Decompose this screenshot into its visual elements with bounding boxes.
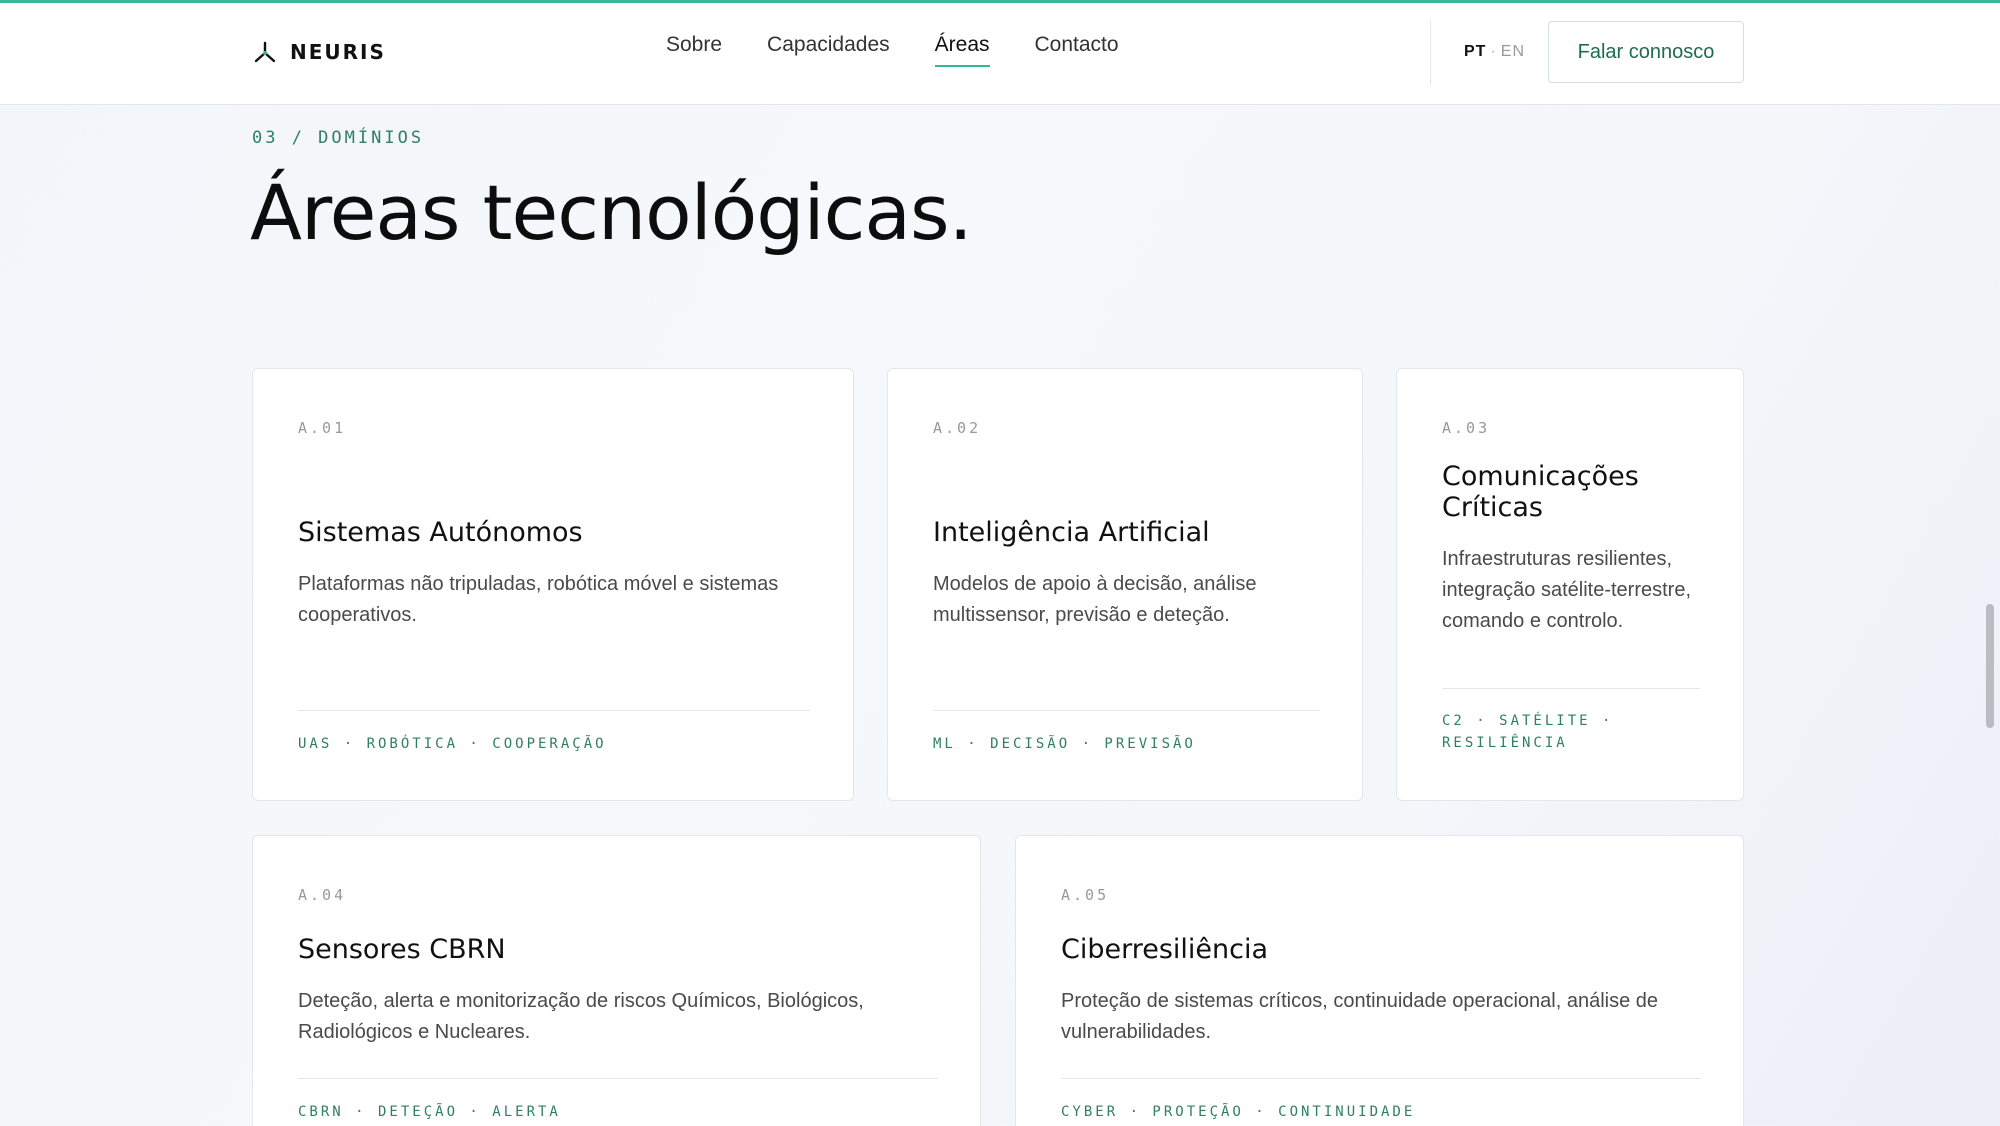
neuris-logo-icon — [254, 41, 276, 63]
brand-name: NEURIS — [290, 40, 386, 64]
card-tags: CBRN · DETEÇÃO · ALERTA — [298, 1104, 561, 1120]
card-code: A.02 — [933, 419, 982, 437]
card-code: A.05 — [1061, 886, 1110, 904]
lang-en[interactable]: EN — [1501, 43, 1525, 60]
card-code: A.04 — [298, 886, 347, 904]
card-divider — [1061, 1078, 1701, 1079]
card-title: Comunicações Críticas — [1442, 461, 1639, 523]
card-tags: CYBER · PROTEÇÃO · CONTINUIDADE — [1061, 1104, 1416, 1120]
site-header: NEURIS Sobre Capacidades Áreas Contacto … — [0, 3, 2000, 105]
card-title: Sistemas Autónomos — [298, 517, 583, 548]
nav-item-capacidades[interactable]: Capacidades — [767, 33, 890, 67]
card-tags: C2 · SATÉLITE · RESILIÊNCIA — [1442, 713, 1614, 751]
card-description: Proteção de sistemas críticos, continuid… — [1061, 990, 1659, 1043]
card-divider — [298, 710, 810, 711]
lang-separator: · — [1490, 43, 1497, 60]
card-code: A.03 — [1442, 419, 1491, 437]
section-eyebrow: 03 / DOMÍNIOS — [252, 128, 425, 148]
nav-item-areas[interactable]: Áreas — [934, 33, 990, 67]
main-nav: Sobre Capacidades Áreas Contacto — [666, 33, 1119, 67]
card-divider — [933, 710, 1319, 711]
card-tags: ML · DECISÃO · PREVISÃO — [933, 736, 1196, 752]
card-description: Deteção, alerta e monitorização de risco… — [298, 990, 864, 1043]
contact-button[interactable]: Falar connosco — [1548, 21, 1744, 83]
card-title: Sensores CBRN — [298, 934, 506, 965]
card-code: A.01 — [298, 419, 347, 437]
lang-pt[interactable]: PT — [1464, 43, 1486, 60]
page-title: Áreas tecnológicas. — [250, 168, 973, 257]
language-switcher: PT · EN — [1464, 43, 1525, 61]
area-card[interactable]: A.02 Inteligência Artificial Modelos de … — [887, 368, 1363, 801]
card-description: Infraestruturas resilientes, integração … — [1442, 548, 1692, 632]
card-divider — [298, 1078, 938, 1079]
nav-item-contacto[interactable]: Contacto — [1035, 33, 1119, 67]
area-card[interactable]: A.01 Sistemas Autónomos Plataformas não … — [252, 368, 854, 801]
area-card[interactable]: A.04 Sensores CBRN Deteção, alerta e mon… — [252, 835, 981, 1126]
page-scrollbar[interactable] — [1986, 604, 1994, 728]
nav-item-sobre[interactable]: Sobre — [666, 33, 722, 67]
card-title: Ciberresiliência — [1061, 934, 1269, 965]
brand-logo[interactable]: NEURIS — [252, 39, 386, 65]
area-card[interactable]: A.05 Ciberresiliência Proteção de sistem… — [1015, 835, 1744, 1126]
card-title: Inteligência Artificial — [933, 517, 1210, 548]
card-divider — [1442, 688, 1700, 689]
header-divider — [1430, 21, 1431, 85]
card-description: Modelos de apoio à decisão, análise mult… — [933, 573, 1257, 626]
area-card[interactable]: A.03 Comunicações Críticas Infraestrutur… — [1396, 368, 1744, 801]
card-tags: UAS · ROBÓTICA · COOPERAÇÃO — [298, 736, 607, 752]
card-description: Plataformas não tripuladas, robótica móv… — [298, 573, 779, 626]
